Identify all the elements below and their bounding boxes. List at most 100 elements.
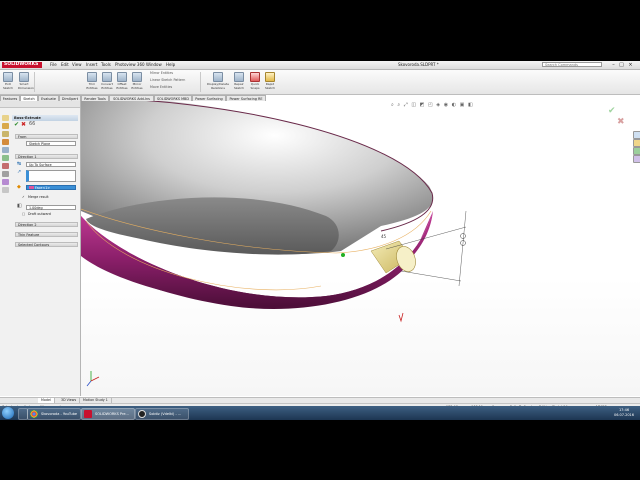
- dimension-line: [400, 270, 462, 282]
- solidworks-icon: [84, 410, 92, 418]
- feature-icon[interactable]: [2, 123, 9, 129]
- snap-icon: [250, 72, 260, 82]
- selection-point-handle[interactable]: [341, 253, 345, 257]
- left-tool-strip: [0, 107, 11, 227]
- convert-icon: [102, 72, 112, 82]
- feature-icon[interactable]: [2, 131, 9, 137]
- merge-result-label: Merge result: [28, 195, 49, 199]
- convert-entities-button[interactable]: Convert Entities: [101, 72, 113, 92]
- graphics-viewport[interactable]: Skovoroda (Default<<Default>_... ⌕ ⌕ ⤢ ◫…: [81, 101, 640, 396]
- menu-edit[interactable]: Edit: [61, 62, 69, 68]
- menu-tools[interactable]: Tools: [101, 62, 111, 68]
- maximize-button[interactable]: □: [618, 62, 625, 68]
- mirror-icon: [132, 72, 142, 82]
- trim-icon: [87, 72, 97, 82]
- ok-check-icon[interactable]: ✔: [14, 122, 19, 128]
- reverse-direction-icon[interactable]: ↹: [17, 162, 21, 167]
- mirror-entities-ribbon-button[interactable]: Mirror Entities: [131, 72, 143, 92]
- manager-tabs-strip: [0, 101, 80, 108]
- rapid-sketch-button[interactable]: Rapid Sketch: [264, 72, 276, 92]
- triad-axes: [86, 371, 100, 387]
- offset-icon: [117, 72, 127, 82]
- close-button[interactable]: ×: [627, 62, 634, 68]
- document-title: Skovoroda.SLDPRT *: [398, 62, 439, 67]
- feature-icon[interactable]: [2, 171, 9, 177]
- details-icon[interactable]: 66: [29, 122, 35, 127]
- exit-sketch-icon: [3, 72, 13, 82]
- solidworks-logo: SOLIDWORKS: [2, 62, 42, 68]
- taskbar-item-recorder[interactable]: Sobtiz (Vdelki) - ...: [135, 408, 189, 420]
- chrome-icon: [30, 410, 38, 418]
- draft-outward-label: Draft outward: [28, 212, 51, 216]
- direction2-section-header[interactable]: Direction 2: [15, 222, 78, 227]
- relations-icon: [213, 72, 223, 82]
- file-explorer-icon[interactable]: [633, 147, 640, 155]
- view-palette-icon[interactable]: [633, 155, 640, 163]
- windows-taskbar: Skovoroda - YouTube SOLIDWORKS Pre... So…: [0, 406, 640, 420]
- from-select[interactable]: Sketch Plane: [26, 141, 76, 146]
- dimension-line: [458, 210, 467, 287]
- ribbon-separator: [200, 72, 201, 92]
- up-to-surface-face-field[interactable]: Face<1>: [26, 185, 76, 190]
- move-entities-small[interactable]: Move Entities: [150, 85, 172, 90]
- dimension-marker[interactable]: [460, 233, 466, 239]
- rapid-sketch-icon: [265, 72, 275, 82]
- search-commands-input[interactable]: Search Commands: [542, 62, 602, 67]
- feature-icon[interactable]: [2, 187, 9, 193]
- draft-angle-field[interactable]: 1.00deg: [26, 205, 76, 210]
- start-button[interactable]: [2, 407, 14, 419]
- menu-view[interactable]: View: [72, 62, 82, 68]
- feature-icon[interactable]: [2, 147, 9, 153]
- application-window: SOLIDWORKS File Edit View Insert Tools P…: [0, 61, 640, 420]
- menu-insert[interactable]: Insert: [86, 62, 97, 68]
- display-relations-button[interactable]: Display/Delete Relations: [206, 72, 230, 92]
- menu-window[interactable]: Window: [146, 62, 162, 68]
- taskbar-item-browser[interactable]: Skovoroda - YouTube: [27, 408, 81, 420]
- feature-icon[interactable]: [2, 139, 9, 145]
- minimize-button[interactable]: –: [610, 62, 617, 68]
- feature-icon[interactable]: [2, 163, 9, 169]
- recorder-icon: [138, 410, 146, 418]
- quick-snaps-button[interactable]: Quick Snaps: [249, 72, 261, 92]
- smart-dimension-icon: [19, 72, 29, 82]
- title-bar: SOLIDWORKS File Edit View Insert Tools P…: [0, 61, 640, 70]
- ribbon-separator: [34, 72, 35, 92]
- cancel-x-icon[interactable]: ✖: [21, 122, 26, 128]
- merge-result-checkbox[interactable]: ✓: [22, 195, 25, 200]
- draft-outward-checkbox[interactable]: □: [22, 212, 25, 217]
- menu-file[interactable]: File: [50, 62, 57, 68]
- mirror-entities-small[interactable]: Mirror Entities: [150, 71, 173, 76]
- feature-icon[interactable]: [2, 179, 9, 185]
- thin-feature-section-header[interactable]: Thin Feature: [15, 232, 78, 237]
- design-library-icon[interactable]: [633, 139, 640, 147]
- property-manager-panel: Boss-Extrude ✔ ✖ 66 From Sketch Plane Di…: [0, 101, 81, 396]
- direction-vector-icon: ↗: [17, 169, 22, 175]
- menu-help[interactable]: Help: [166, 62, 175, 68]
- dimension-value[interactable]: 45: [381, 234, 387, 239]
- from-section-header[interactable]: From: [15, 134, 78, 139]
- origin-marker: [398, 312, 404, 323]
- menu-photoview[interactable]: Photoview 360: [115, 62, 145, 68]
- face-color-swatch: [29, 186, 34, 189]
- end-condition-select[interactable]: Up To Surface: [26, 162, 76, 167]
- command-manager-ribbon: Exit Sketch Smart Dimension Trim Entitie…: [0, 70, 640, 95]
- linear-pattern-small[interactable]: Linear Sketch Pattern: [150, 78, 185, 83]
- feature-icon[interactable]: [2, 115, 9, 121]
- resources-icon[interactable]: [633, 131, 640, 139]
- task-pane-tabs: [632, 131, 640, 167]
- face-select-icon: ◆: [17, 184, 21, 190]
- repair-sketch-button[interactable]: Repair Sketch: [233, 72, 245, 92]
- trim-entities-button[interactable]: Trim Entities: [86, 72, 98, 92]
- system-clock[interactable]: 17:46 06.07.2016: [610, 408, 638, 418]
- smart-dimension-button[interactable]: Smart Dimension: [18, 72, 34, 92]
- repair-icon: [234, 72, 244, 82]
- selected-contours-section-header[interactable]: Selected Contours: [15, 242, 78, 247]
- pan-model-svg: 45: [81, 101, 467, 387]
- direction-vector-field[interactable]: [26, 170, 76, 182]
- exit-sketch-button[interactable]: Exit Sketch: [2, 72, 14, 92]
- direction1-section-header[interactable]: Direction 1: [15, 154, 78, 159]
- draft-icon: ◧: [17, 203, 22, 209]
- feature-icon[interactable]: [2, 155, 9, 161]
- offset-entities-button[interactable]: Offset Entities: [116, 72, 128, 92]
- taskbar-item-solidworks[interactable]: SOLIDWORKS Pre...: [81, 408, 135, 420]
